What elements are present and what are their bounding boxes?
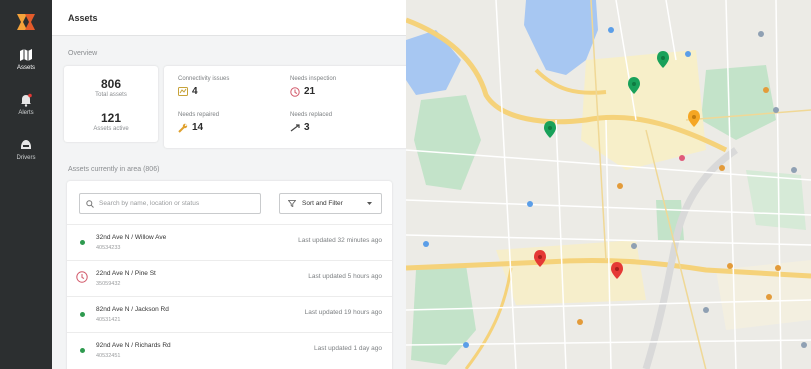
- nav-item-drivers[interactable]: Drivers: [0, 138, 52, 178]
- page-title: Assets: [52, 0, 406, 36]
- search-box[interactable]: [79, 193, 261, 214]
- stat-value: 21: [304, 86, 316, 97]
- status-card: Connectivity issues 4 Needs inspection 2…: [164, 66, 406, 148]
- signal-issue-icon: [178, 87, 188, 96]
- sort-filter-button[interactable]: Sort and Filter: [279, 193, 382, 214]
- search-input[interactable]: [99, 200, 249, 207]
- map-view[interactable]: [406, 0, 811, 369]
- nav-item-assets[interactable]: Assets: [0, 48, 52, 88]
- asset-id: 40534233: [96, 245, 121, 251]
- inspection-icon: [76, 271, 88, 283]
- stat-value: 4: [192, 86, 198, 97]
- totals-card: 806 Total assets 121 Assets active: [64, 66, 158, 142]
- table-row[interactable]: 22nd Ave N / Pine St 35059432 Last updat…: [67, 260, 392, 296]
- asset-name: 82nd Ave N / Jackson Rd: [96, 306, 169, 313]
- asset-updated: Last updated 5 hours ago: [308, 273, 382, 280]
- asset-id: 40532451: [96, 353, 121, 359]
- district-area: [496, 240, 646, 305]
- filter-icon: [288, 200, 296, 207]
- bell-icon: [21, 93, 32, 107]
- stat-label: Needs replaced: [290, 112, 333, 118]
- asset-name: 92nd Ave N / Richards Rd: [96, 342, 171, 349]
- wrench-icon: [178, 123, 188, 133]
- nav-item-alerts[interactable]: Alerts: [0, 93, 52, 133]
- status-ok-icon: [80, 312, 85, 317]
- stat-label: Needs inspection: [290, 76, 337, 82]
- helmet-icon: [21, 140, 31, 149]
- total-assets-value: 806: [100, 77, 122, 91]
- stat-label: Needs repaired: [178, 112, 220, 118]
- stat-replace[interactable]: Needs replaced 3: [290, 112, 390, 133]
- overview-label: Overview: [68, 50, 98, 57]
- replace-icon: [290, 123, 300, 131]
- asset-updated: Last updated 32 minutes ago: [298, 237, 382, 244]
- asset-list-label: Assets currently in area (806): [68, 166, 160, 173]
- map-icon: [20, 49, 32, 61]
- map-canvas[interactable]: [406, 0, 811, 369]
- stat-repair[interactable]: Needs repaired 14: [178, 112, 278, 133]
- stat-value: 3: [304, 122, 310, 133]
- asset-name: 22nd Ave N / Pine St: [96, 270, 156, 277]
- status-ok-icon: [80, 348, 85, 353]
- table-row[interactable]: 82nd Ave N / Jackson Rd 40531421 Last up…: [67, 296, 392, 332]
- chevron-down-icon: [367, 202, 372, 205]
- assets-active-label: Assets active: [93, 126, 129, 132]
- table-row[interactable]: 32nd Ave N / Willow Ave 40534233 Last up…: [67, 224, 392, 260]
- total-assets-label: Total assets: [95, 92, 127, 98]
- sort-filter-label: Sort and Filter: [302, 200, 343, 207]
- asset-name: 32nd Ave N / Willow Ave: [96, 234, 167, 241]
- nav-label-alerts: Alerts: [18, 110, 34, 116]
- logo: [17, 14, 35, 30]
- stat-label: Connectivity issues: [178, 76, 230, 82]
- asset-updated: Last updated 1 day ago: [314, 345, 382, 352]
- status-ok-icon: [80, 240, 85, 245]
- search-icon: [86, 199, 94, 208]
- table-row[interactable]: 92nd Ave N / Richards Rd 40532451 Last u…: [67, 332, 392, 368]
- inspection-icon: [290, 86, 300, 97]
- stat-value: 14: [192, 122, 204, 133]
- assets-active-value: 121: [100, 111, 122, 125]
- nav-rail: Assets Alerts Drivers: [0, 0, 52, 369]
- asset-updated: Last updated 19 hours ago: [304, 309, 382, 316]
- stat-connectivity[interactable]: Connectivity issues 4: [178, 76, 278, 97]
- nav-label-assets: Assets: [16, 65, 35, 71]
- overview-section: 806 Total assets 121 Assets active Conne…: [64, 66, 406, 150]
- asset-list: Sort and Filter 32nd Ave N / Willow Ave …: [67, 181, 392, 369]
- asset-id: 35059432: [96, 281, 121, 287]
- stat-inspection[interactable]: Needs inspection 21: [290, 76, 390, 97]
- nav-label-drivers: Drivers: [16, 155, 36, 161]
- asset-id: 40531421: [96, 317, 121, 323]
